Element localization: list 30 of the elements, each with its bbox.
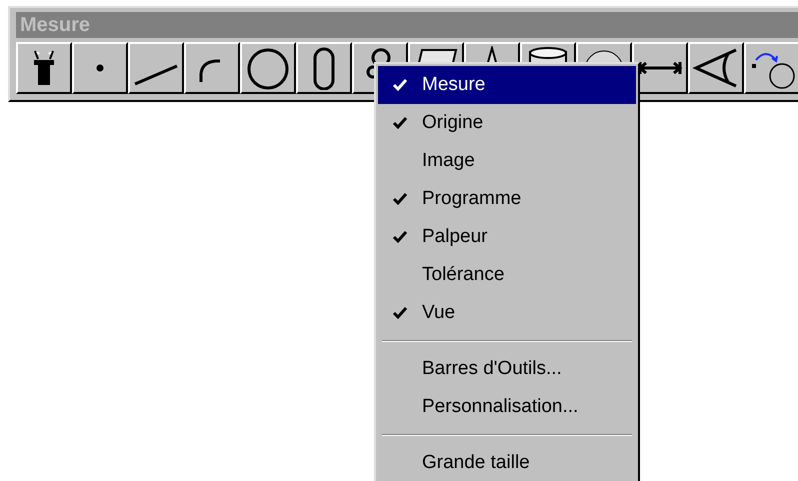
- menu-item[interactable]: Tolérance: [378, 256, 636, 294]
- hat-tool-button[interactable]: [16, 42, 72, 94]
- loop-icon: [366, 48, 390, 78]
- line-icon: [134, 64, 178, 86]
- slot-icon: [314, 48, 334, 90]
- menu-item[interactable]: Palpeur: [378, 218, 636, 256]
- menu-item[interactable]: Barres d'Outils...: [378, 350, 636, 388]
- window-title: Mesure: [20, 14, 90, 36]
- menu-item[interactable]: Grande taille: [378, 444, 636, 481]
- angle-tool-button[interactable]: [688, 42, 744, 94]
- dot-tool-button[interactable]: [72, 42, 128, 94]
- circle-icon: [248, 48, 288, 90]
- distance-tool-button[interactable]: [632, 42, 688, 94]
- rotate-icon: [752, 53, 795, 89]
- line-tool-button[interactable]: [128, 42, 184, 94]
- menu-item[interactable]: Programme: [378, 180, 636, 218]
- arc-icon: [200, 60, 220, 82]
- menu-item[interactable]: Image: [378, 142, 636, 180]
- distance-icon: [638, 60, 682, 76]
- arc-tool-button[interactable]: [184, 42, 240, 94]
- menu-item[interactable]: Vue: [378, 294, 636, 332]
- circle-tool-button[interactable]: [240, 42, 296, 94]
- menu-item[interactable]: Origine: [378, 104, 636, 142]
- dot-icon: [96, 64, 104, 72]
- rotate-tool-button[interactable]: [744, 42, 798, 94]
- hat-icon: [34, 50, 54, 85]
- slot-tool-button[interactable]: [296, 42, 352, 94]
- menu-item[interactable]: Personnalisation...: [378, 388, 636, 426]
- angle-icon: [694, 48, 738, 88]
- menu-item[interactable]: Mesure: [378, 66, 636, 104]
